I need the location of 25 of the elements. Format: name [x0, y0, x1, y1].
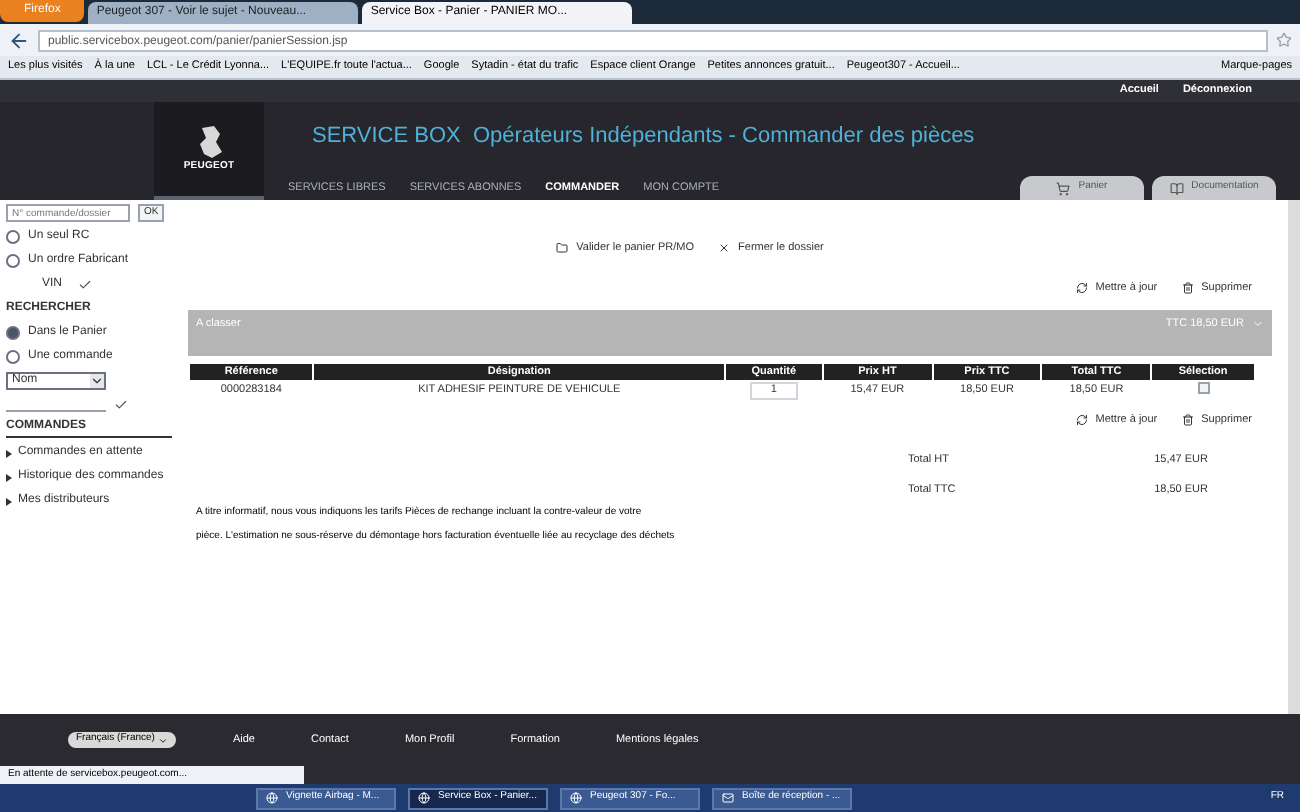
radio-button[interactable] — [6, 350, 20, 364]
triangle-bullet-icon — [6, 497, 12, 505]
mail-icon — [722, 792, 734, 804]
globe-icon — [570, 792, 582, 804]
triangle-bullet-icon — [6, 473, 12, 481]
trash-icon — [1181, 414, 1194, 427]
check-icon[interactable] — [114, 397, 128, 411]
radio-button[interactable] — [6, 326, 20, 340]
close-icon — [718, 242, 731, 255]
cart-icon — [1056, 181, 1071, 195]
trash-icon — [1181, 282, 1194, 295]
check-icon[interactable] — [78, 278, 92, 292]
refresh-icon — [1075, 414, 1088, 427]
book-icon — [1169, 181, 1184, 195]
globe-icon — [418, 792, 430, 804]
folder-icon — [556, 242, 569, 255]
star-icon[interactable] — [1276, 32, 1292, 48]
page-title: SERVICE BOX Opérateurs Indépendants - Commander des pièces — [310, 122, 977, 152]
back-icon[interactable] — [8, 29, 30, 51]
dropdown-arrow-icon — [90, 374, 104, 388]
radio-button[interactable] — [6, 230, 20, 244]
globe-icon — [266, 792, 278, 804]
triangle-bullet-icon — [6, 449, 12, 457]
radio-button[interactable] — [6, 254, 20, 268]
refresh-icon — [1075, 282, 1088, 295]
